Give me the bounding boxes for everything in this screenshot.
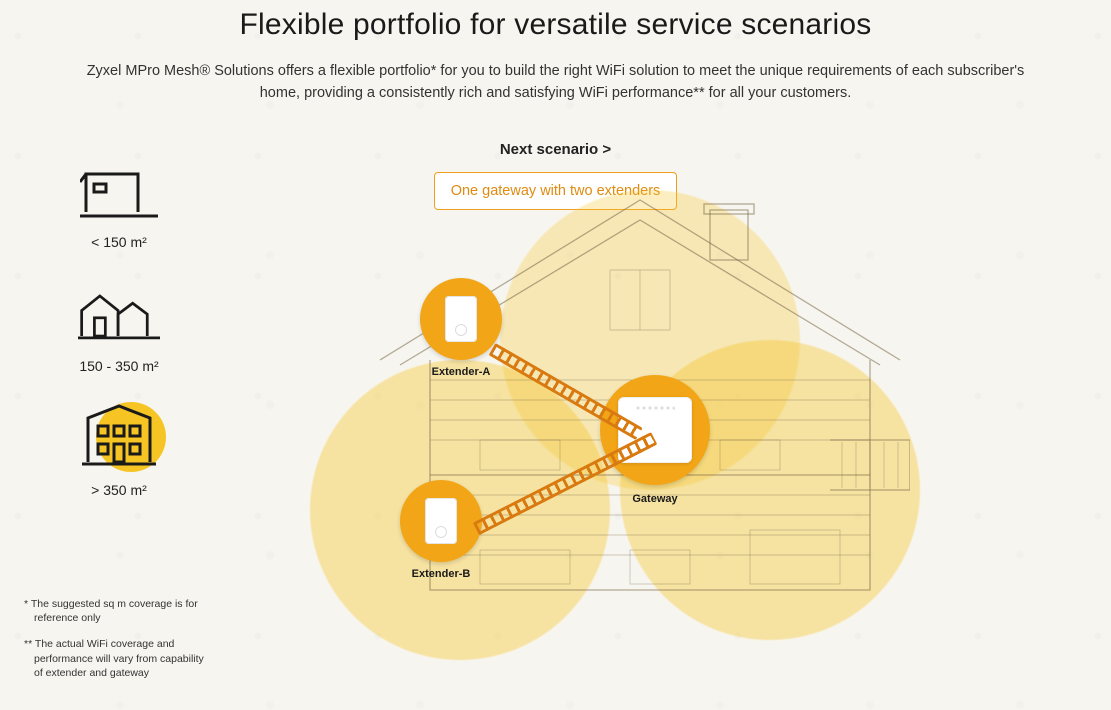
device-label: Gateway [632,493,677,505]
device-label: Extender-B [412,568,471,580]
next-scenario-button[interactable]: Next scenario > [0,141,1111,158]
gateway-icon [600,375,710,485]
large-house-icon [78,408,160,468]
page-subtitle: Zyxel MPro Mesh® Solutions offers a flex… [66,60,1046,105]
device-extender-b: Extender-B [400,480,482,580]
size-option-label: < 150 m² [91,234,147,250]
footnotes: * The suggested sq m coverage is for ref… [24,597,214,692]
footnote-2: ** The actual WiFi coverage and performa… [24,637,214,680]
medium-house-icon [78,284,160,344]
small-house-icon [78,160,160,220]
size-option-large[interactable]: > 350 m² [34,408,204,498]
size-option-small[interactable]: < 150 m² [34,160,204,250]
extender-icon [400,480,482,562]
scenario-diagram: Extender-A Gateway Extender-B [300,200,940,680]
extender-icon [420,278,502,360]
device-label: Extender-A [432,366,491,378]
size-option-medium[interactable]: 150 - 350 m² [34,284,204,374]
footnote-1: * The suggested sq m coverage is for ref… [24,597,214,625]
size-option-label: > 350 m² [91,482,147,498]
device-extender-a: Extender-A [420,278,502,378]
page-title: Flexible portfolio for versatile service… [0,0,1111,42]
size-selector: < 150 m² 150 - 350 m² [34,160,204,532]
size-option-label: 150 - 350 m² [79,358,158,374]
